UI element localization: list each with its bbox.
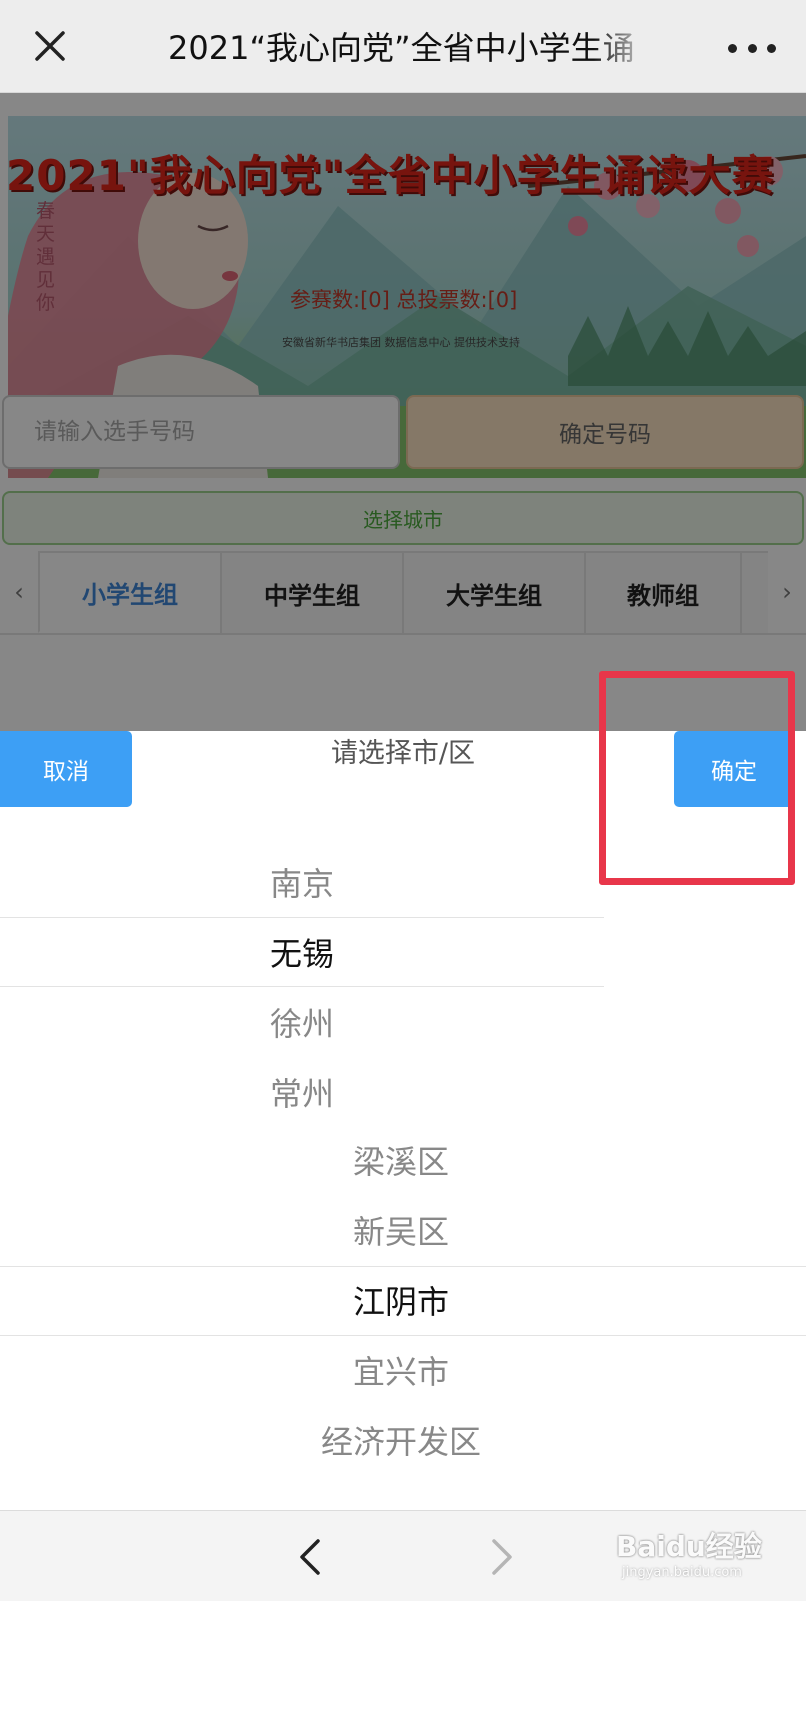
district-option[interactable]: 新吴区 [353,1197,449,1267]
more-icon[interactable] [728,30,776,66]
city-option-selected[interactable]: 无锡 [270,919,334,989]
city-option[interactable]: 徐州 [270,989,334,1059]
top-navbar: 2021“我心向党”全省中小学生诵 [0,0,806,93]
city-district-picker: 取消 请选择市/区 确定 南京 无锡 徐州 常州 梁溪区 新吴区 江阴市 宜兴市… [0,671,806,1510]
city-option[interactable]: 常州 [270,1059,334,1129]
district-option[interactable]: 宜兴市 [353,1337,449,1407]
chevron-right-icon[interactable] [482,1535,522,1579]
district-column[interactable]: 梁溪区 新吴区 江阴市 宜兴市 经济开发区 [0,1127,806,1727]
baidu-watermark: Baidu经验 jingyan.baidu.com [616,1525,766,1589]
page-title: 2021“我心向党”全省中小学生诵 [168,29,635,67]
city-option[interactable]: 南京 [270,849,334,919]
district-option[interactable]: 经济开发区 [321,1407,481,1477]
chevron-left-icon[interactable] [290,1535,330,1579]
district-option[interactable]: 梁溪区 [353,1127,449,1197]
confirm-button[interactable]: 确定 [674,731,794,807]
district-option-selected[interactable]: 江阴市 [353,1267,449,1337]
selection-divider [0,917,604,918]
bottom-toolbar: Baidu经验 jingyan.baidu.com [0,1510,806,1601]
watermark-sub: jingyan.baidu.com [622,1565,742,1580]
selection-divider [0,1335,806,1336]
selection-divider [0,986,604,987]
cancel-button[interactable]: 取消 [0,731,132,807]
modal-overlay[interactable] [0,93,806,731]
close-icon[interactable] [30,26,70,66]
watermark-main: Baidu经验 [616,1530,762,1563]
